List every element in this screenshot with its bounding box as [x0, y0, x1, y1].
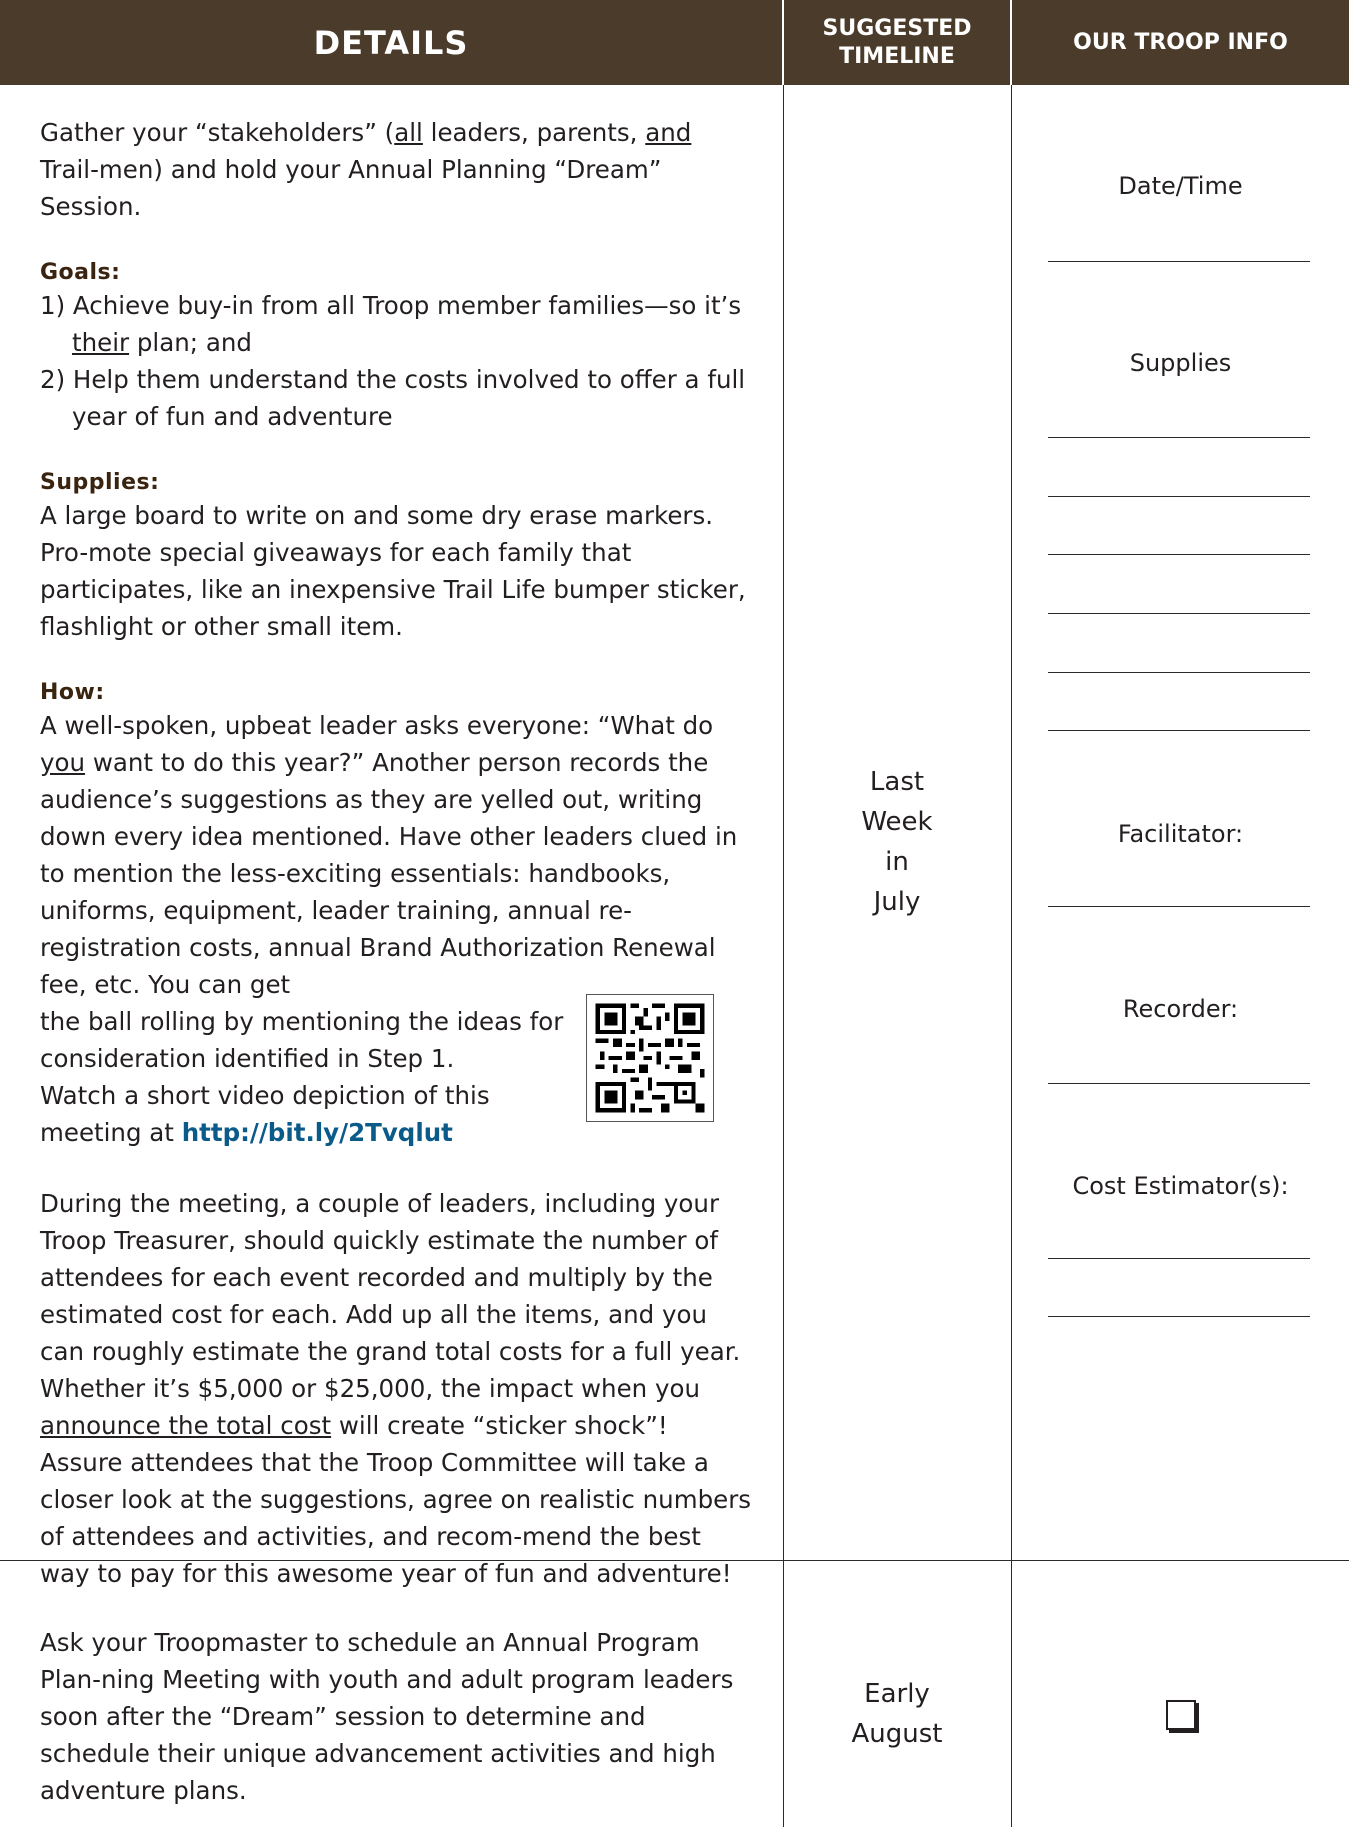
column-divider: [783, 85, 784, 1827]
during-paragraph: During the meeting, a couple of leaders,…: [40, 1189, 752, 1588]
row2-timeline: Early August: [851, 1679, 943, 1749]
goals-heading: Goals:: [40, 260, 121, 285]
how-paragraph: A well-spoken, upbeat leader asks everyo…: [40, 711, 738, 999]
fill-in-line: [1048, 496, 1310, 497]
label-date-time: Date/Time: [1118, 172, 1243, 200]
fill-in-line: [1048, 437, 1310, 438]
completed-checkbox[interactable]: [1166, 1700, 1196, 1730]
fill-in-line: [1048, 1316, 1310, 1317]
fill-in-line: [1048, 906, 1310, 907]
header-timeline-line1: SUGGESTED: [822, 15, 972, 41]
header-timeline-line2: TIMELINE: [839, 43, 955, 69]
row1-details: Gather your “stakeholders” (all leaders,…: [40, 114, 755, 1592]
fill-in-line: [1048, 613, 1310, 614]
header-our-troop-info: OUR TROOP INFO: [1073, 30, 1288, 55]
header-suggested-timeline: SUGGESTED TIMELINE: [784, 0, 1010, 85]
fill-in-line: [1048, 1083, 1310, 1084]
video-link[interactable]: http://bit.ly/2Tvqlut: [182, 1118, 453, 1147]
header-details: DETAILS: [313, 23, 469, 62]
label-cost-estimator: Cost Estimator(s):: [1072, 1172, 1289, 1200]
goal-item-2: 2) Help them understand the costs involv…: [40, 365, 746, 431]
label-facilitator: Facilitator:: [1117, 820, 1244, 848]
fill-in-line: [1048, 1258, 1310, 1259]
fill-in-line: [1048, 554, 1310, 555]
fill-in-line: [1048, 672, 1310, 673]
fill-in-line: [1048, 261, 1310, 262]
goal-item-1: 1) Achieve buy-in from all Troop member …: [40, 291, 742, 357]
qr-code: [586, 994, 714, 1122]
label-supplies: Supplies: [1129, 349, 1232, 377]
intro-paragraph: Gather your “stakeholders” (all leaders,…: [40, 118, 692, 221]
label-recorder: Recorder:: [1122, 995, 1239, 1023]
supplies-paragraph: A large board to write on and some dry e…: [40, 501, 746, 641]
supplies-heading: Supplies:: [40, 470, 160, 495]
how-heading: How:: [40, 680, 105, 705]
fill-in-line: [1048, 730, 1310, 731]
table-header: DETAILS SUGGESTED TIMELINE OUR TROOP INF…: [0, 0, 1349, 85]
row1-timeline: Last Week in July: [861, 767, 933, 917]
row2-details: Ask your Troopmaster to schedule an Annu…: [40, 1628, 734, 1805]
column-divider: [1011, 85, 1012, 1827]
